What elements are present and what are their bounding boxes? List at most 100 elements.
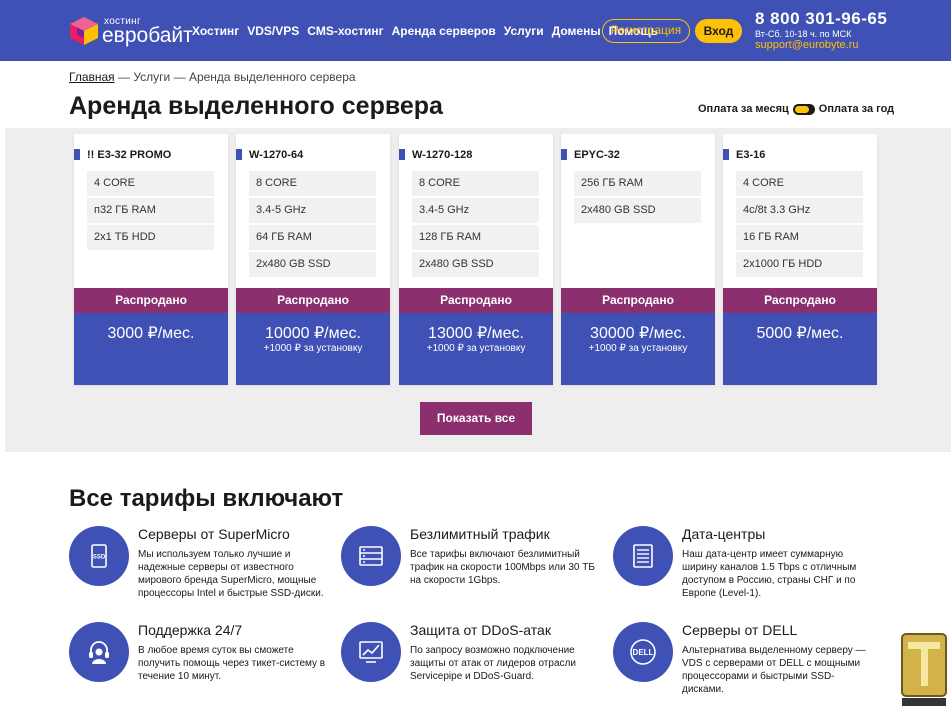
nav-item-cms-hosting[interactable]: CMS-хостинг — [307, 24, 383, 38]
tariff-price: 13000 ₽/мес. — [428, 325, 524, 342]
tariff-spec: 64 ГБ RAM — [249, 225, 376, 250]
billing-monthly-label[interactable]: Оплата за месяц — [698, 103, 789, 115]
feature-text: По запросу возможно подключение защиты о… — [410, 645, 576, 682]
sold-out-badge: Распродано — [399, 288, 553, 313]
tariff-spec: 3.4-5 GHz — [249, 198, 376, 223]
logo-title: евробайт — [102, 24, 193, 47]
feature-item: Защита от DDoS-атак По запросу возможно … — [341, 622, 611, 712]
features-title: Все тарифы включают — [69, 485, 344, 512]
tariff-spec: 4c/8t 3.3 GHz — [736, 198, 863, 223]
feature-item: Дата-центры Наш дата-центр имеет суммарн… — [613, 526, 883, 616]
nav-item-hosting[interactable]: Хостинг — [192, 24, 239, 38]
tariff-spec: 2x480 GB SSD — [574, 198, 701, 223]
ssd-icon: SSD — [69, 526, 129, 586]
tariff-spec: п32 ГБ RAM — [87, 198, 214, 223]
tariff-name-text: !! E3-32 PROMO — [87, 149, 172, 161]
tariff-marker — [561, 149, 567, 160]
phone-number[interactable]: 8 800 301-96-65 — [755, 9, 887, 29]
tariff-price-block[interactable]: 10000 ₽/мес. +1000 ₽ за установку — [236, 313, 390, 385]
tariff-name: !! E3-32 PROMO — [74, 149, 228, 161]
tariff-marker — [723, 149, 729, 160]
svg-text:DELL: DELL — [633, 648, 654, 657]
tariff-spec: 8 CORE — [412, 171, 539, 196]
feature-item: SSD Серверы от SuperMicro Мы используем … — [69, 526, 339, 616]
tariff-card[interactable]: EPYC-32 256 ГБ RAM 2x480 GB SSD Распрода… — [561, 134, 715, 385]
working-hours: Вт-Сб. 10-18 ч. по МСК — [755, 29, 852, 39]
tariff-price: 3000 ₽/мес. — [107, 325, 195, 342]
billing-toggle[interactable] — [792, 103, 815, 115]
feature-title: Безлимитный трафик — [410, 526, 550, 542]
tariff-price-block[interactable]: 5000 ₽/мес. — [723, 313, 877, 385]
tariff-setup-fee: +1000 ₽ за установку — [426, 343, 526, 354]
tariff-spec: 2x480 GB SSD — [249, 252, 376, 277]
tariff-card[interactable]: !! E3-32 PROMO 4 CORE п32 ГБ RAM 2x1 ТБ … — [74, 134, 228, 385]
tariff-name-text: EPYC-32 — [574, 149, 620, 161]
logo[interactable]: хостинг евробайт — [69, 14, 193, 48]
feature-title: Серверы от SuperMicro — [138, 526, 290, 542]
tariff-price: 30000 ₽/мес. — [590, 325, 686, 342]
watermark-logo-icon — [901, 633, 947, 706]
tariff-spec: 4 CORE — [736, 171, 863, 196]
feature-title: Защита от DDoS-атак — [410, 622, 551, 638]
breadcrumb-services[interactable]: Услуги — [133, 70, 170, 84]
tariff-spec: 4 CORE — [87, 171, 214, 196]
tariff-card[interactable]: E3-16 4 CORE 4c/8t 3.3 GHz 16 ГБ RAM 2x1… — [723, 134, 877, 385]
billing-toggle-knob — [794, 105, 809, 113]
tariff-setup-fee: +1000 ₽ за установку — [588, 343, 688, 354]
tariff-name: W-1270-128 — [399, 149, 553, 161]
tariff-price: 5000 ₽/мес. — [756, 325, 844, 342]
tariff-name-text: W-1270-64 — [249, 149, 304, 161]
site-header: хостинг евробайт Хостинг VDS/VPS CMS-хос… — [0, 0, 951, 61]
tariff-name: EPYC-32 — [561, 149, 715, 161]
breadcrumb: Главная — Услуги — Аренда выделенного се… — [69, 70, 356, 84]
tariff-spec: 16 ГБ RAM — [736, 225, 863, 250]
tariff-setup-fee: +1000 ₽ за установку — [263, 343, 363, 354]
tariff-spec: 128 ГБ RAM — [412, 225, 539, 250]
support-email[interactable]: support@eurobyte.ru — [755, 39, 859, 51]
tariff-name-text: W-1270-128 — [412, 149, 473, 161]
tariff-spec: 3.4-5 GHz — [412, 198, 539, 223]
breadcrumb-separator: — — [114, 70, 134, 84]
billing-period-switch: Оплата за месяц Оплата за год — [698, 103, 894, 115]
tariff-marker — [74, 149, 80, 160]
ddos-chart-icon — [341, 622, 401, 682]
support-headset-icon — [69, 622, 129, 682]
traffic-icon — [341, 526, 401, 586]
feature-item: DELL Серверы от DELL Альтернатива выделе… — [613, 622, 883, 712]
main-nav: Хостинг VDS/VPS CMS-хостинг Аренда серве… — [192, 24, 666, 38]
feature-text: В любое время суток вы сможете получить … — [138, 645, 326, 682]
tariff-name-text: E3-16 — [736, 149, 766, 161]
nav-item-domains[interactable]: Домены — [552, 24, 601, 38]
nav-item-services[interactable]: Услуги — [504, 24, 544, 38]
feature-item: Безлимитный трафик Все тарифы включают б… — [341, 526, 611, 616]
feature-title: Серверы от DELL — [682, 622, 798, 638]
logo-cube-icon — [70, 17, 98, 45]
page-title: Аренда выделенного сервера — [69, 92, 443, 120]
tariff-card[interactable]: W-1270-128 8 CORE 3.4-5 GHz 128 ГБ RAM 2… — [399, 134, 553, 385]
login-button[interactable]: Вход — [695, 19, 742, 43]
sold-out-badge: Распродано — [723, 288, 877, 313]
tariff-spec: 8 CORE — [249, 171, 376, 196]
tariff-card[interactable]: W-1270-64 8 CORE 3.4-5 GHz 64 ГБ RAM 2x4… — [236, 134, 390, 385]
tariff-spec: 2x480 GB SSD — [412, 252, 539, 277]
tariff-price-block[interactable]: 30000 ₽/мес. +1000 ₽ за установку — [561, 313, 715, 385]
feature-text: Альтернатива выделенному серверу — VDS с… — [682, 645, 866, 695]
tariff-marker — [399, 149, 405, 160]
sold-out-badge: Распродано — [236, 288, 390, 313]
feature-text: Все тарифы включают безлимитный трафик н… — [410, 549, 595, 586]
breadcrumb-separator: — — [170, 70, 189, 84]
nav-item-vds[interactable]: VDS/VPS — [247, 24, 299, 38]
register-button[interactable]: Регистрация — [602, 19, 690, 43]
tariff-spec: 2x1 ТБ HDD — [87, 225, 214, 250]
nav-item-server-rent[interactable]: Аренда серверов — [392, 24, 496, 38]
billing-yearly-label[interactable]: Оплата за год — [819, 103, 894, 115]
breadcrumb-home[interactable]: Главная — [69, 70, 115, 84]
dell-logo-icon: DELL — [613, 622, 673, 682]
show-all-button[interactable]: Показать все — [420, 402, 532, 435]
tariff-name: W-1270-64 — [236, 149, 390, 161]
tariff-marker — [236, 149, 242, 160]
tariff-price-block[interactable]: 3000 ₽/мес. — [74, 313, 228, 385]
tariff-spec: 2x1000 ГБ HDD — [736, 252, 863, 277]
tariff-price-block[interactable]: 13000 ₽/мес. +1000 ₽ за установку — [399, 313, 553, 385]
tariff-name: E3-16 — [723, 149, 877, 161]
